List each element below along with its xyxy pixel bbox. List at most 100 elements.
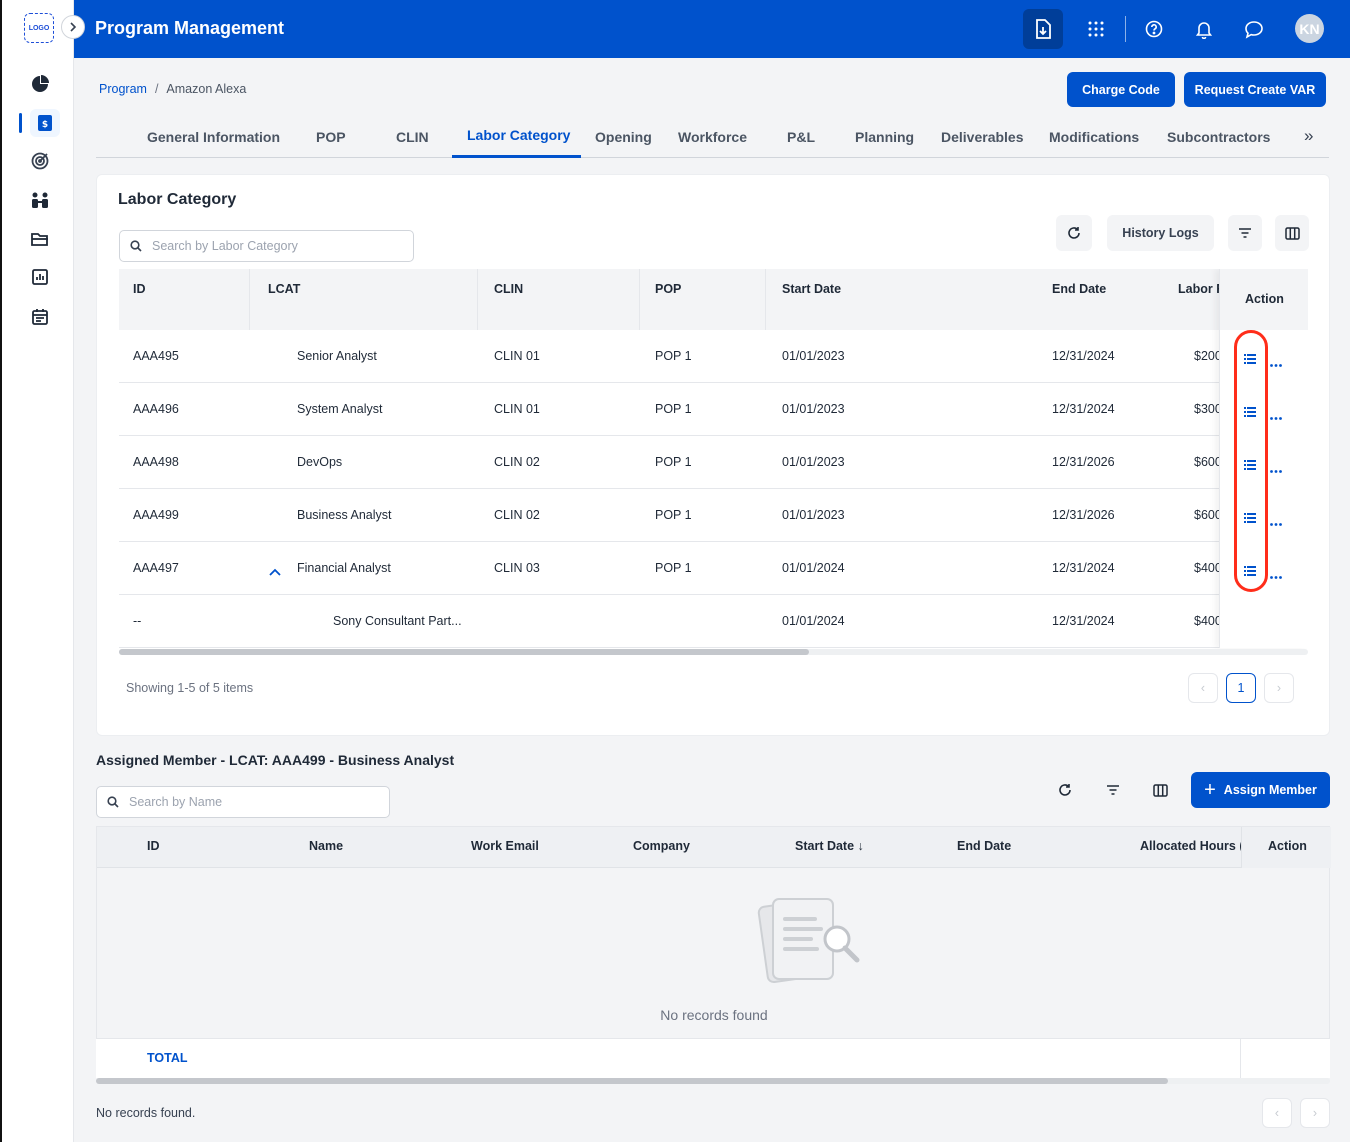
tab-deliverables[interactable]: Deliverables	[941, 129, 1024, 145]
filter-button[interactable]	[1228, 215, 1262, 251]
column-divider	[639, 269, 640, 330]
tab-general-information[interactable]: General Information	[147, 129, 280, 145]
topbar-divider	[1125, 16, 1126, 42]
target-icon[interactable]	[26, 147, 54, 175]
tabs-more-icon[interactable]: »	[1304, 126, 1313, 146]
tab-planning[interactable]: Planning	[855, 129, 914, 145]
pagination-summary: Showing 1-5 of 5 items	[126, 681, 254, 695]
column-header-lcat[interactable]: LCAT	[268, 282, 300, 296]
download-icon[interactable]	[1023, 9, 1063, 49]
chevron-up-icon[interactable]	[269, 563, 281, 581]
column-header-end-date[interactable]: End Date	[957, 839, 1011, 853]
column-header-company[interactable]: Company	[633, 839, 690, 853]
tab-clin[interactable]: CLIN	[396, 129, 429, 145]
tab-opening[interactable]: Opening	[595, 129, 652, 145]
more-icon[interactable]	[1270, 460, 1282, 478]
member-search-input[interactable]: Search by Name	[96, 786, 390, 818]
prev-page-button[interactable]: ‹	[1188, 673, 1218, 703]
more-icon[interactable]	[1270, 354, 1282, 372]
breadcrumb-program-link[interactable]: Program	[99, 82, 147, 96]
more-icon[interactable]	[1270, 566, 1282, 584]
labor-category-search-input[interactable]: Search by Labor Category	[119, 230, 414, 262]
team-icon[interactable]	[26, 186, 54, 214]
tab-subcontractors[interactable]: Subcontractors	[1167, 129, 1270, 145]
columns-icon	[1152, 783, 1168, 797]
member-refresh-button[interactable]	[1047, 772, 1083, 808]
search-icon	[130, 240, 142, 252]
subrow-lcat: Sony Consultant Part...	[333, 614, 462, 628]
column-header-allocated-hours[interactable]: Allocated Hours (I	[1140, 839, 1247, 853]
apps-grid-icon[interactable]	[1076, 9, 1116, 49]
more-icon[interactable]	[1270, 513, 1282, 531]
active-tab-underline	[452, 155, 581, 158]
page-1-button[interactable]: 1	[1226, 673, 1256, 703]
charge-code-button[interactable]: Charge Code	[1067, 72, 1175, 107]
tab-pop[interactable]: POP	[316, 129, 346, 145]
column-header-start-date[interactable]: Start Date ↓	[795, 839, 864, 853]
bell-icon[interactable]	[1184, 9, 1224, 49]
row-pop: POP 1	[655, 561, 692, 575]
top-bar: Program Management KN	[74, 0, 1350, 58]
calendar-icon[interactable]	[26, 302, 54, 330]
subrow-labor-rate: $400	[1194, 614, 1222, 628]
member-filter-button[interactable]	[1096, 772, 1130, 808]
refresh-button[interactable]	[1056, 215, 1092, 251]
subrow-start-date: 01/01/2024	[782, 614, 845, 628]
table-row[interactable]: AAA496 System Analyst CLIN 01 POP 1 01/0…	[119, 383, 1308, 436]
table-row[interactable]: AAA499 Business Analyst CLIN 02 POP 1 01…	[119, 489, 1308, 542]
logo: LOGO	[24, 13, 54, 43]
program-icon[interactable]: $	[30, 109, 60, 137]
request-create-var-button[interactable]: Request Create VAR	[1184, 72, 1326, 107]
history-logs-button[interactable]: History Logs	[1107, 215, 1214, 251]
action-column-highlight	[1234, 330, 1268, 592]
start-date-label: Start Date	[795, 839, 855, 853]
tab-modifications[interactable]: Modifications	[1049, 129, 1139, 145]
tab-pl[interactable]: P&L	[787, 129, 815, 145]
report-icon[interactable]	[26, 263, 54, 291]
more-icon[interactable]	[1270, 407, 1282, 425]
member-horizontal-scrollbar[interactable]	[96, 1078, 1330, 1084]
row-pop: POP 1	[655, 402, 692, 416]
scrollbar-thumb[interactable]	[119, 649, 809, 655]
labor-category-card: Labor Category Search by Labor Category …	[96, 174, 1330, 736]
assign-member-button[interactable]: + Assign Member	[1191, 772, 1330, 808]
member-columns-button[interactable]	[1143, 772, 1177, 808]
sub-row[interactable]: -- Sony Consultant Part... 01/01/2024 12…	[119, 595, 1308, 648]
column-header-start-date[interactable]: Start Date	[782, 282, 841, 296]
pie-chart-icon[interactable]	[26, 70, 54, 98]
row-end-date: 12/31/2024	[1052, 561, 1115, 575]
total-row: TOTAL	[96, 1039, 1330, 1078]
chat-icon[interactable]	[1234, 9, 1274, 49]
row-start-date: 01/01/2024	[782, 561, 845, 575]
next-page-button[interactable]: ›	[1264, 673, 1294, 703]
tab-workforce[interactable]: Workforce	[678, 129, 747, 145]
column-header-pop[interactable]: POP	[655, 282, 681, 296]
member-next-page-button[interactable]: ›	[1300, 1098, 1330, 1128]
tab-labor-category[interactable]: Labor Category	[467, 127, 570, 143]
scrollbar-thumb[interactable]	[96, 1078, 1168, 1084]
table-row[interactable]: AAA495 Senior Analyst CLIN 01 POP 1 01/0…	[119, 330, 1308, 383]
table-row[interactable]: AAA497 Financial Analyst CLIN 03 POP 1 0…	[119, 542, 1308, 595]
row-id: AAA499	[133, 508, 179, 522]
row-clin: CLIN 02	[494, 508, 540, 522]
table-row[interactable]: AAA498 DevOps CLIN 02 POP 1 01/01/2023 1…	[119, 436, 1308, 489]
refresh-icon	[1059, 784, 1071, 796]
column-header-end-date[interactable]: End Date	[1052, 282, 1106, 296]
column-header-name[interactable]: Name	[309, 839, 343, 853]
columns-button[interactable]	[1275, 215, 1309, 251]
row-lcat: System Analyst	[297, 402, 383, 416]
svg-text:$: $	[42, 120, 48, 130]
column-divider	[1240, 1039, 1241, 1078]
row-labor-rate: $600	[1194, 455, 1222, 469]
empty-state-icon	[749, 893, 861, 994]
member-prev-page-button[interactable]: ‹	[1262, 1098, 1292, 1128]
column-header-clin[interactable]: CLIN	[494, 282, 523, 296]
user-avatar[interactable]: KN	[1295, 14, 1324, 43]
sidebar-toggle-button[interactable]	[61, 15, 85, 39]
folder-icon[interactable]	[26, 225, 54, 253]
column-header-id[interactable]: ID	[133, 282, 146, 296]
horizontal-scrollbar[interactable]	[119, 649, 1308, 655]
help-icon[interactable]	[1134, 9, 1174, 49]
column-header-work-email[interactable]: Work Email	[471, 839, 539, 853]
column-header-id[interactable]: ID	[147, 839, 160, 853]
